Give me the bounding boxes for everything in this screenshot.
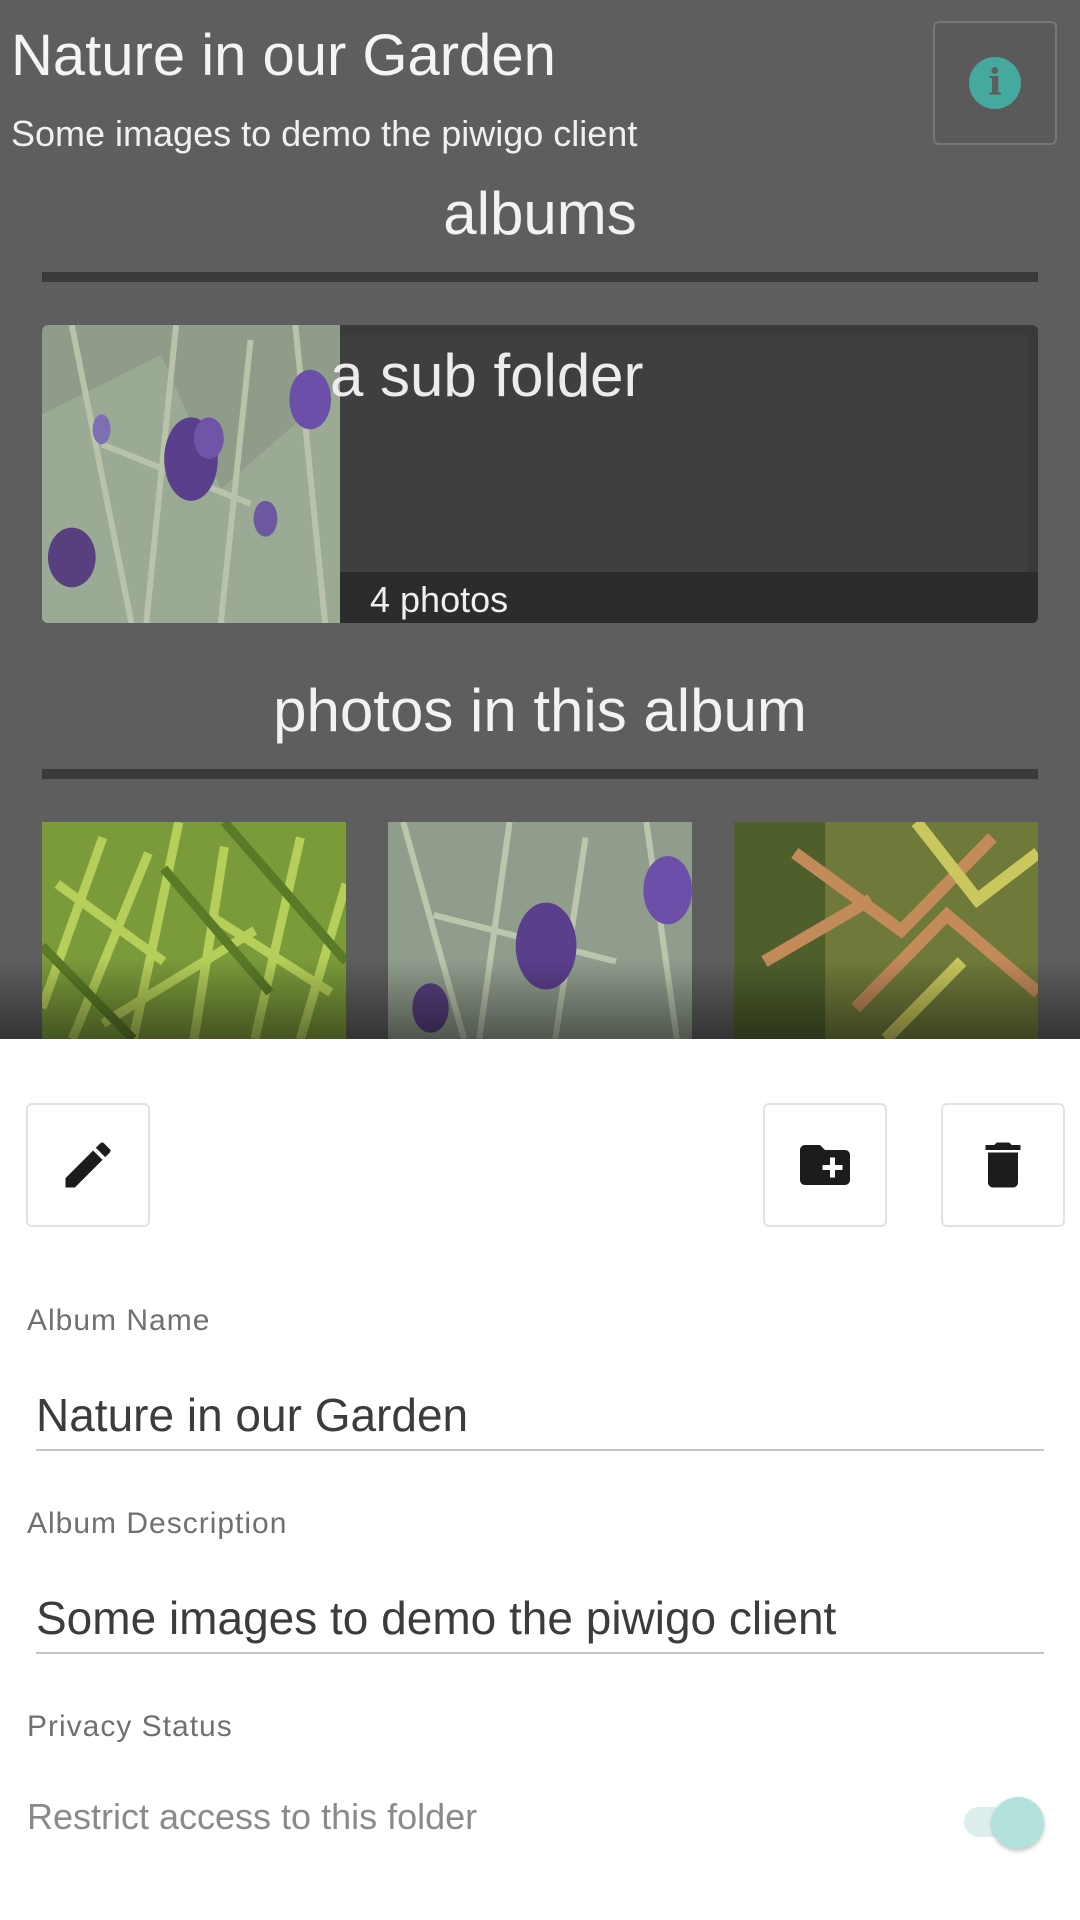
info-icon: i <box>969 57 1021 109</box>
album-edit-sheet: Album Name Album Description Privacy Sta… <box>0 1039 1080 1920</box>
album-title: Nature in our Garden <box>11 23 556 88</box>
info-button[interactable]: i <box>933 21 1057 145</box>
subalbum-thumbnail <box>42 325 340 623</box>
photo-thumbnail[interactable] <box>734 822 1038 1039</box>
album-name-input[interactable] <box>36 1381 1044 1451</box>
photo-thumbnail[interactable] <box>388 822 692 1039</box>
subalbum-photo-count: 4 photos <box>370 579 509 620</box>
folder-plus-icon <box>800 1145 850 1185</box>
photo-thumbnail[interactable] <box>42 822 346 1039</box>
restrict-access-toggle[interactable] <box>960 1793 1046 1849</box>
photos-heading: photos in this album <box>273 677 807 744</box>
add-folder-button[interactable] <box>763 1103 887 1227</box>
pencil-icon <box>65 1142 111 1188</box>
trash-icon <box>985 1142 1021 1188</box>
privacy-status-label: Privacy Status <box>27 1710 233 1743</box>
toggle-thumb <box>992 1797 1044 1849</box>
albums-divider <box>42 272 1038 282</box>
albums-heading: albums <box>443 180 637 247</box>
photos-divider <box>42 769 1038 779</box>
album-view: Nature in our Garden Some images to demo… <box>0 0 1080 1039</box>
restrict-access-label: Restrict access to this folder <box>27 1796 478 1837</box>
album-description-label: Album Description <box>27 1507 288 1540</box>
subalbum-name: a sub folder <box>330 342 644 409</box>
album-name-label: Album Name <box>27 1304 211 1337</box>
delete-button[interactable] <box>941 1103 1065 1227</box>
album-subtitle: Some images to demo the piwigo client <box>11 113 638 154</box>
album-description-input[interactable] <box>36 1584 1044 1654</box>
edit-button[interactable] <box>26 1103 150 1227</box>
